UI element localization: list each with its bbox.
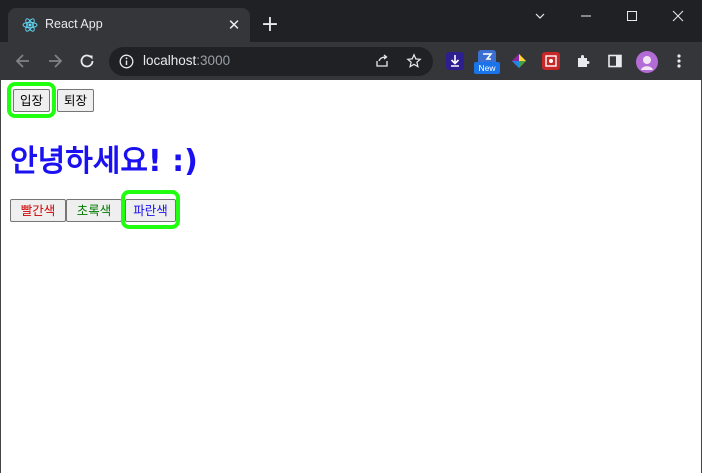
browser-window: React App ✕ + localhost:3000 New 입장 퇴장 안… bbox=[0, 0, 702, 473]
sidepanel-icon[interactable] bbox=[606, 52, 624, 70]
close-window-icon[interactable] bbox=[655, 5, 701, 27]
extensions-icon[interactable] bbox=[574, 52, 592, 70]
green-button[interactable]: 초록색 bbox=[66, 199, 122, 222]
address-bar[interactable]: localhost:3000 bbox=[109, 47, 433, 76]
profile-avatar[interactable] bbox=[636, 51, 658, 73]
star-icon[interactable] bbox=[406, 53, 422, 69]
minimize-icon[interactable] bbox=[563, 5, 609, 27]
tab-react-app[interactable]: React App ✕ bbox=[8, 8, 250, 42]
url-host: localhost bbox=[143, 53, 197, 68]
blue-highlight bbox=[121, 190, 180, 229]
maximize-icon[interactable] bbox=[609, 5, 655, 27]
puzzle-ext-icon[interactable] bbox=[542, 52, 560, 70]
url-text[interactable]: localhost:3000 bbox=[143, 53, 230, 68]
exit-button[interactable]: 퇴장 bbox=[57, 89, 94, 112]
share-icon[interactable] bbox=[374, 53, 390, 69]
new-tab-button[interactable]: + bbox=[260, 14, 280, 36]
menu-icon[interactable] bbox=[670, 52, 688, 70]
download-ext-icon[interactable] bbox=[446, 52, 464, 70]
page-viewport: 입장 퇴장 안녕하세요! :) 빨간색 초록색 파란색 bbox=[0, 80, 702, 473]
react-icon bbox=[22, 17, 38, 33]
title-bar: React App ✕ + bbox=[0, 0, 702, 42]
enter-highlight bbox=[7, 82, 56, 118]
new-badge: New bbox=[474, 62, 500, 74]
reload-icon[interactable] bbox=[77, 51, 97, 71]
url-port: :3000 bbox=[196, 53, 231, 68]
red-button[interactable]: 빨간색 bbox=[10, 199, 66, 222]
forward-icon[interactable] bbox=[45, 51, 65, 71]
tab-close-icon[interactable]: ✕ bbox=[226, 17, 242, 33]
browser-toolbar: localhost:3000 New bbox=[0, 42, 702, 80]
info-icon[interactable] bbox=[119, 54, 134, 69]
back-icon[interactable] bbox=[13, 51, 33, 71]
color-ext-icon[interactable] bbox=[510, 52, 528, 70]
greeting-heading: 안녕하세요! :) bbox=[10, 144, 198, 179]
tab-search-icon[interactable] bbox=[517, 5, 563, 27]
tab-title: React App bbox=[45, 17, 103, 31]
